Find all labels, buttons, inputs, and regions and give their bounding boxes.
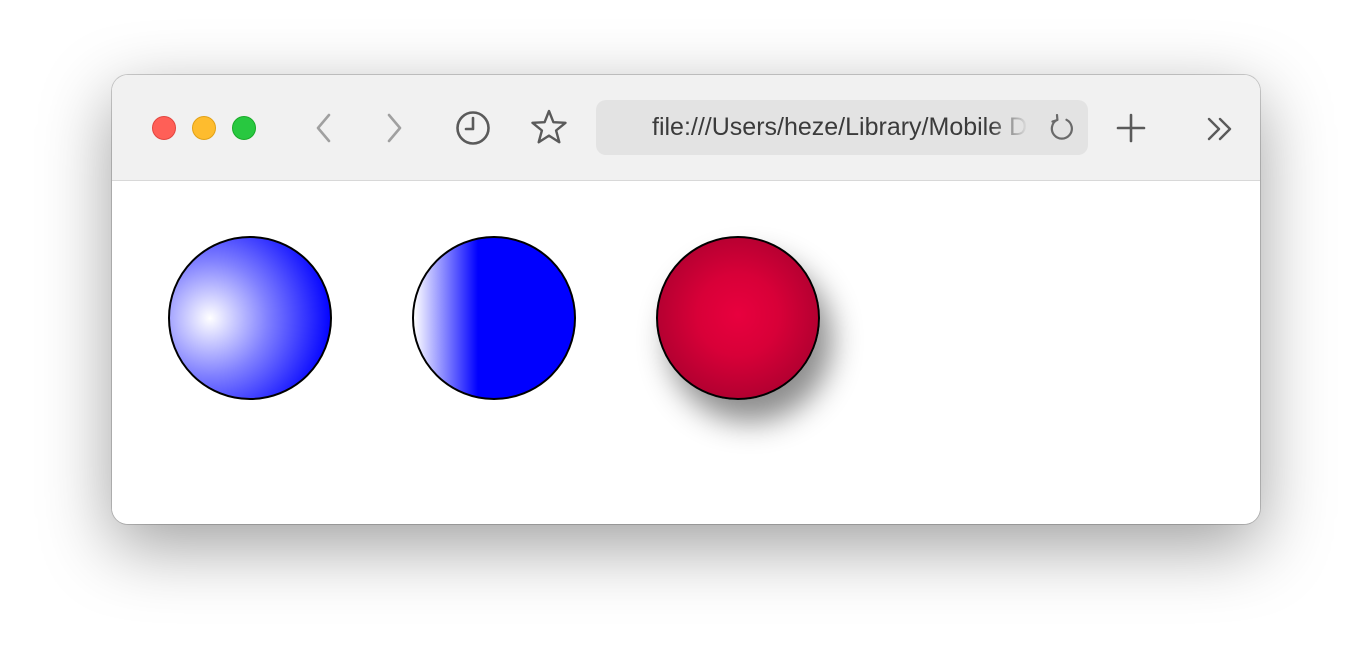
- more-button[interactable]: [1204, 115, 1236, 143]
- minimize-window-button[interactable]: [192, 116, 216, 140]
- history-button[interactable]: [454, 109, 492, 147]
- forward-button[interactable]: [378, 109, 410, 147]
- linear-gradient-circle: [412, 236, 576, 400]
- back-button[interactable]: [308, 109, 340, 147]
- url-text[interactable]: file:///Users/heze/Library/Mobile Docume…: [652, 100, 1028, 155]
- address-bar[interactable]: file:///Users/heze/Library/Mobile Docume…: [596, 100, 1088, 155]
- browser-window: file:///Users/heze/Library/Mobile Docume…: [112, 75, 1260, 524]
- star-icon: [531, 109, 567, 144]
- toolbar: file:///Users/heze/Library/Mobile Docume…: [112, 75, 1260, 181]
- radial-gradient-circle: [168, 236, 332, 400]
- chevron-left-icon: [316, 113, 331, 143]
- bookmark-button[interactable]: [529, 107, 569, 147]
- maximize-window-button[interactable]: [232, 116, 256, 140]
- page-content: [112, 181, 1260, 524]
- plus-icon: [1116, 113, 1146, 143]
- close-window-button[interactable]: [152, 116, 176, 140]
- double-chevron-right-icon: [1207, 117, 1232, 141]
- shadowed-red-circle: [656, 236, 820, 400]
- new-tab-button[interactable]: [1114, 111, 1148, 145]
- clock-icon: [456, 111, 490, 145]
- reload-icon: [1050, 114, 1073, 140]
- reload-button[interactable]: [1048, 114, 1076, 142]
- chevron-right-icon: [387, 113, 402, 143]
